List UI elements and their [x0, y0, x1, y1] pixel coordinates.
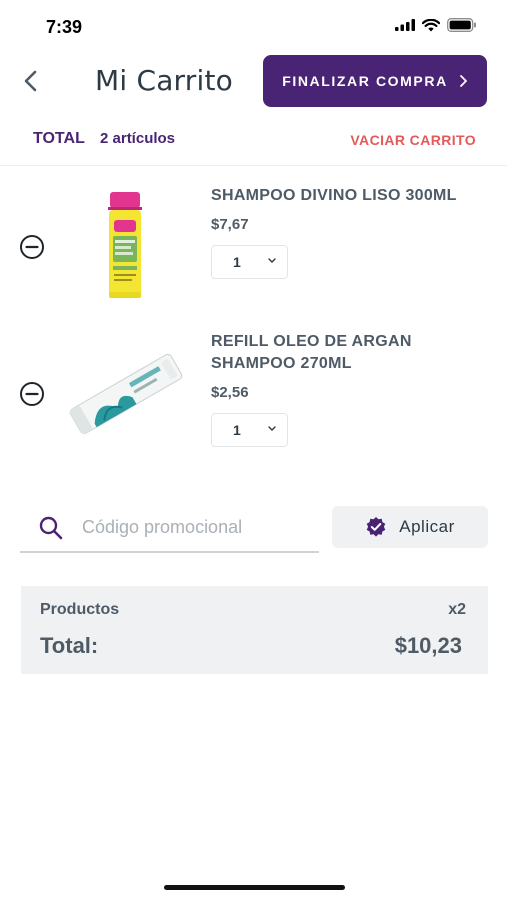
home-indicator[interactable]	[164, 885, 345, 890]
totals-panel: Productos x2 Total: $10,23	[21, 586, 488, 674]
status-time: 7:39	[46, 17, 83, 37]
total-label: TOTAL	[33, 130, 85, 147]
cart-item: REFILL OLEO DE ARGAN SHAMPOO 270ML $2,56…	[0, 320, 507, 470]
apply-promo-button[interactable]: Aplicar	[332, 506, 488, 548]
quantity-select[interactable]: 1	[211, 245, 288, 279]
search-icon	[39, 516, 63, 540]
product-price: $7,67	[211, 216, 249, 233]
status-bar: 7:39	[0, 0, 507, 50]
checkout-label: FINALIZAR COMPRA	[282, 73, 448, 89]
page-title: Mi Carrito	[95, 64, 233, 97]
product-price: $2,56	[211, 384, 249, 401]
promo-code-input[interactable]	[82, 513, 312, 541]
chevron-down-icon	[268, 426, 276, 431]
grand-total-value: $10,23	[394, 633, 462, 658]
products-label: Productos	[40, 601, 120, 618]
back-arrow-icon	[24, 70, 37, 92]
remove-circle-icon	[20, 382, 44, 406]
product-name: REFILL OLEO DE ARGAN SHAMPOO 270ML	[211, 333, 412, 372]
remove-circle-icon	[20, 235, 44, 259]
product-image	[100, 192, 150, 302]
battery-icon	[447, 18, 476, 32]
back-button[interactable]	[18, 66, 46, 96]
quantity-select[interactable]: 1	[211, 413, 288, 447]
checkout-button[interactable]: FINALIZAR COMPRA	[263, 55, 487, 107]
product-name: SHAMPOO DIVINO LISO 300ML	[211, 187, 457, 204]
item-count: 2 artículos	[100, 130, 176, 147]
remove-item-button[interactable]	[19, 234, 45, 260]
product-image	[64, 344, 188, 444]
products-count: x2	[448, 601, 466, 618]
status-icons	[395, 18, 477, 32]
quantity-value: 1	[233, 422, 241, 438]
header: Mi Carrito FINALIZAR COMPRA	[0, 52, 507, 112]
promo-code-field	[20, 503, 319, 553]
quantity-value: 1	[233, 254, 241, 270]
grand-total-label: Total:	[40, 633, 99, 658]
verified-badge-icon	[366, 517, 386, 537]
chevron-down-icon	[268, 258, 276, 263]
chevron-right-icon	[459, 75, 467, 87]
cart-summary-row: TOTAL 2 artículos VACIAR CARRITO	[0, 126, 507, 166]
cart-item: SHAMPOO DIVINO LISO 300ML $7,67 1	[0, 170, 507, 320]
apply-label: Aplicar	[399, 517, 455, 536]
signal-icon	[395, 19, 415, 31]
remove-item-button[interactable]	[19, 381, 45, 407]
empty-cart-button[interactable]: VACIAR CARRITO	[350, 132, 476, 148]
wifi-icon	[422, 18, 440, 31]
